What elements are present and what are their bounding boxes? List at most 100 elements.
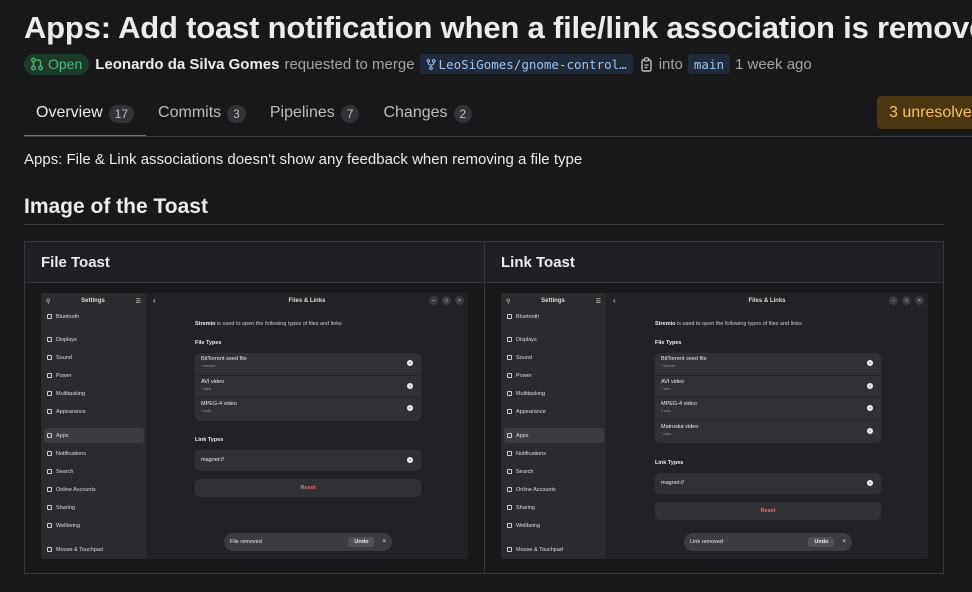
sidebar-item: Notifications	[504, 446, 604, 461]
sidebar-item-label: Online Accounts	[516, 486, 556, 493]
sidebar-item-label: Mouse & Touchpad	[56, 546, 103, 553]
settings-title: Settings	[81, 298, 105, 304]
sidebar-item-label: Apps	[516, 432, 529, 439]
table-column: Link Toast ⚲ Settings ☰ Bluetooth Displays Sou…	[484, 242, 943, 573]
sidebar-item: Sharing	[44, 500, 144, 515]
sidebar-item-label: Sharing	[516, 504, 535, 511]
file-types-list: BitTorrent seed file *.torrent × AVI video *…	[655, 353, 881, 443]
tab-count: 7	[340, 105, 360, 123]
sidebar-item-label: Sound	[516, 354, 532, 361]
close-icon: ×	[842, 539, 846, 545]
pane-title: Files & Links	[288, 298, 326, 304]
sharing-icon	[507, 505, 512, 510]
sidebar-item: Online Accounts	[44, 482, 144, 497]
source-branch[interactable]: LeoSiGomes/gnome-control…	[419, 54, 633, 74]
time-ago: 1 week ago	[735, 55, 812, 73]
menu-icon: ☰	[595, 298, 601, 305]
sidebar-item-label: Mouse & Touchpad	[516, 546, 563, 553]
sidebar-item: Mouse & Touchpad	[504, 542, 604, 557]
sidebar-item-label: Power	[56, 372, 72, 379]
tabs-divider	[24, 136, 972, 137]
close-icon: ×	[915, 296, 924, 305]
bluetooth-icon	[47, 314, 52, 319]
sidebar-item: Displays	[504, 332, 604, 347]
remove-icon: ×	[407, 382, 413, 389]
window-controls: – □ ×	[429, 296, 464, 305]
menu-icon: ☰	[135, 298, 141, 305]
sound-icon	[507, 355, 512, 360]
sound-icon	[47, 355, 52, 360]
power-icon	[507, 373, 512, 378]
undo-button: Undo	[348, 537, 375, 547]
multitasking-icon	[47, 391, 52, 396]
sidebar-item-label: Notifications	[56, 450, 86, 457]
remove-icon: ×	[407, 360, 413, 366]
sidebar-item-label: Displays	[56, 336, 77, 343]
toast-text: File removed	[230, 539, 262, 545]
link-types-label: Link Types	[655, 460, 684, 466]
tab-commits[interactable]: Commits 3	[146, 96, 258, 137]
column-header: Link Toast	[485, 242, 943, 283]
mouse-icon	[507, 547, 512, 552]
sidebar-item: Multitasking	[504, 386, 604, 401]
search-icon: ⚲	[506, 298, 511, 305]
toast-text: Link removed	[690, 539, 724, 545]
maximize-icon: □	[442, 296, 451, 305]
sidebar-item-label: Apps	[56, 432, 69, 439]
sidebar-item-label: Bluetooth	[516, 313, 540, 320]
multitasking-icon	[507, 391, 512, 396]
link-types-list: magnet://×	[655, 473, 881, 494]
apps-icon	[47, 433, 52, 438]
sidebar-item-label: Wellbeing	[56, 522, 81, 529]
list-item: magnet://×	[661, 480, 873, 486]
undo-button: Undo	[808, 537, 835, 547]
author-link[interactable]: Leonardo da Silva Gomes	[95, 56, 279, 73]
copy-branch-icon[interactable]	[640, 56, 654, 72]
into-text: into	[658, 55, 683, 73]
sidebar-item-label: Search	[516, 468, 534, 475]
link-types-label: Link Types	[195, 436, 224, 443]
target-branch[interactable]: main	[687, 54, 730, 74]
list-item: BitTorrent seed file *.torrent ×	[195, 353, 421, 376]
wellbeing-icon	[47, 523, 52, 528]
status-badge: Open	[24, 53, 90, 75]
close-icon: ×	[382, 539, 386, 545]
back-icon: ‹	[613, 296, 616, 305]
tab-changes[interactable]: Changes 2	[371, 96, 484, 137]
list-item: magnet://×	[201, 456, 413, 463]
list-item: Matroska video *.mkv ×	[661, 423, 873, 436]
minimize-icon: –	[429, 296, 438, 305]
sidebar-item: Search	[44, 464, 144, 479]
unresolved-threads-button[interactable]: 3 unresolved	[877, 96, 972, 129]
bluetooth-icon	[507, 314, 512, 319]
sidebar-item: Bluetooth	[504, 309, 604, 324]
tab-count: 2	[453, 105, 473, 123]
tab-overview[interactable]: Overview 17	[24, 96, 147, 137]
remove-icon: ×	[867, 382, 873, 389]
toast-screenshot: ⚲ Settings ☰ Bluetooth Displays Sound Power Mul…	[41, 293, 468, 559]
tab-count: 17	[108, 105, 135, 123]
sidebar-item-label: Notifications	[516, 450, 546, 457]
sidebar-item: Sound	[44, 350, 144, 365]
notifications-icon	[47, 451, 52, 456]
sidebar-header: ⚲ Settings ☰	[41, 293, 146, 309]
column-header: File Toast	[25, 242, 484, 283]
tab-label: Commits	[158, 104, 222, 121]
sidebar-item: Notifications	[44, 446, 144, 461]
remove-icon: ×	[407, 456, 413, 463]
maximize-icon: □	[902, 296, 911, 305]
sidebar-item: Displays	[44, 332, 144, 347]
remove-icon: ×	[867, 405, 873, 411]
tab-pipelines[interactable]: Pipelines 7	[258, 96, 372, 137]
appearance-icon	[47, 409, 52, 414]
sidebar-item-label: Wellbeing	[516, 522, 541, 529]
sidebar-item: Appearance	[504, 404, 604, 419]
appearance-icon	[507, 409, 512, 414]
sidebar-item: Power	[44, 368, 144, 383]
mr-tabs: Overview 17 Commits 3 Pipelines 7 Change…	[24, 96, 484, 137]
list-item: BitTorrent seed file *.torrent ×	[655, 353, 881, 376]
minimize-icon: –	[889, 296, 898, 305]
sidebar-item: Sharing	[504, 500, 604, 515]
sidebar-item: Wellbeing	[44, 518, 144, 533]
list-item: AVI video *.divx ×	[655, 376, 881, 398]
